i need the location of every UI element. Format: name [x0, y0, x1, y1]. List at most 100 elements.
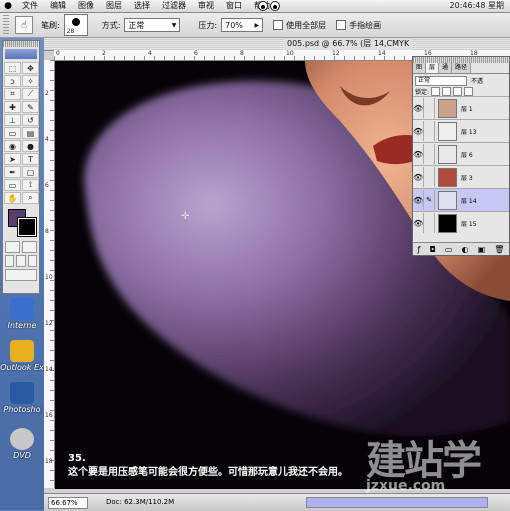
dodge-tool-icon[interactable]: ●	[22, 140, 39, 152]
visibility-eye-icon[interactable]: 👁	[413, 219, 423, 228]
lock-all-checkbox[interactable]	[464, 87, 474, 96]
desktop-icon-internet[interactable]: Interne	[0, 298, 44, 330]
tool-grid: ⬚ ✥ ↄ ✧ ⌗ ⟋ ✚ ✎ ⊥ ↺ ▭ ▤ ◉ ● ➤ T ✒ ▢ ▭ ⟟ …	[3, 61, 39, 205]
layer-thumbnail	[438, 121, 457, 141]
stamp-tool-icon[interactable]: ⊥	[4, 114, 21, 126]
visibility-eye-icon[interactable]: 👁	[413, 104, 423, 113]
screen-mode-full-menu[interactable]	[16, 255, 26, 267]
mode-select[interactable]: 正常 ▼	[124, 18, 181, 32]
layer-row[interactable]: 👁 层 13	[413, 119, 509, 142]
menu-window[interactable]: 窗口	[220, 0, 248, 12]
brush-picker[interactable]: 28	[63, 14, 88, 36]
layer-row[interactable]: 👁 层 3	[413, 165, 509, 188]
blend-mode-select[interactable]: 正常	[415, 75, 467, 86]
brush-size: 28	[66, 28, 75, 35]
layer-link-slot[interactable]	[423, 121, 435, 141]
finger-paint-checkbox[interactable]	[336, 20, 347, 30]
eraser-tool-icon[interactable]: ▭	[4, 127, 21, 139]
desktop-icon-outlook[interactable]: Outlook Ex	[0, 340, 44, 372]
layers-footer: ƒ ◘ ▭ ◐ ▣ 🗑	[413, 242, 509, 255]
pressure-input[interactable]: 70% ▶	[221, 18, 264, 32]
lasso-tool-icon[interactable]: ↄ	[4, 75, 21, 87]
marquee-tool-icon[interactable]: ⬚	[4, 62, 21, 74]
tab-navigator[interactable]: 图	[413, 63, 427, 73]
use-all-layers-checkbox[interactable]	[273, 20, 284, 30]
hand-tool-icon[interactable]: ✋	[4, 192, 21, 204]
desktop-icon-dvd[interactable]: DVD	[0, 428, 44, 460]
standard-mode-button[interactable]	[5, 241, 20, 253]
tab-paths[interactable]: 路径	[452, 63, 472, 73]
visibility-eye-icon[interactable]: 👁	[413, 127, 423, 136]
trash-icon[interactable]: 🗑	[494, 245, 504, 254]
doc-size[interactable]: Doc: 62.3M/110.2M	[106, 497, 174, 507]
layer-link-slot[interactable]	[423, 213, 435, 233]
layer-style-icon[interactable]: ƒ	[418, 245, 421, 254]
brush-tool-icon[interactable]: ✎	[22, 101, 39, 113]
palette-tabs: 图 层 通 路径	[413, 63, 509, 74]
ruler-number: 18	[45, 458, 53, 465]
options-grip[interactable]	[3, 15, 9, 35]
menu-select[interactable]: 选择	[128, 0, 156, 12]
screen-mode-full[interactable]	[27, 255, 37, 267]
blur-tool-icon[interactable]: ◉	[4, 140, 21, 152]
zoom-field[interactable]: 66.67%	[48, 497, 88, 509]
tab-layers[interactable]: 层	[426, 63, 440, 73]
visibility-eye-icon[interactable]: 👁	[413, 196, 423, 205]
menu-layer[interactable]: 图层	[100, 0, 128, 12]
lock-transparency-checkbox[interactable]	[431, 87, 441, 96]
photoshop-logo[interactable]	[5, 49, 37, 59]
lock-image-checkbox[interactable]	[442, 87, 452, 96]
healing-tool-icon[interactable]: ✚	[4, 101, 21, 113]
move-tool-icon[interactable]: ✥	[22, 62, 39, 74]
gradient-tool-icon[interactable]: ▤	[22, 127, 39, 139]
jump-to-imageready-button[interactable]	[5, 269, 37, 281]
brush-label: 笔刷:	[41, 20, 60, 30]
layer-row[interactable]: 👁 层 15	[413, 211, 509, 234]
history-brush-icon[interactable]: ↺	[22, 114, 39, 126]
path-select-icon[interactable]: ➤	[4, 153, 21, 165]
menu-file[interactable]: 文件	[16, 0, 44, 12]
layer-thumbnail	[438, 190, 457, 210]
menu-view[interactable]: 审视	[192, 0, 220, 12]
new-set-icon[interactable]: ▭	[445, 245, 453, 254]
smudge-tool-icon[interactable]: ☝	[15, 16, 33, 34]
mode-label: 方式:	[101, 20, 121, 30]
layer-row-active[interactable]: 👁 ✎ 层 14	[413, 188, 509, 211]
menu-image[interactable]: 图像	[72, 0, 100, 12]
layer-link-slot[interactable]	[423, 144, 435, 164]
layer-row[interactable]: 👁 层 6	[413, 142, 509, 165]
layer-link-slot[interactable]	[423, 98, 435, 118]
layer-row[interactable]: 👁 层 1	[413, 96, 509, 119]
quickmask-mode-button[interactable]	[22, 241, 37, 253]
screen-mode-standard[interactable]	[5, 255, 15, 267]
apple-menu-icon[interactable]: ●	[0, 1, 16, 11]
new-layer-icon[interactable]: ▣	[478, 245, 486, 254]
notes-tool-icon[interactable]: ▭	[4, 179, 21, 191]
shape-tool-icon[interactable]: ▢	[22, 166, 39, 178]
eyedropper-tool-icon[interactable]: ⟟	[22, 179, 39, 191]
use-all-layers-label: 使用全部层	[286, 20, 327, 30]
tab-channels[interactable]: 通	[439, 63, 453, 73]
background-color-swatch[interactable]	[17, 217, 37, 237]
toolbox-titlebar[interactable]	[3, 41, 39, 47]
desktop-icon-label: Interne	[7, 321, 37, 330]
layer-link-slot[interactable]	[423, 167, 435, 187]
adjustment-layer-icon[interactable]: ◐	[462, 245, 469, 254]
internet-icon	[10, 298, 34, 320]
layer-mask-icon[interactable]: ◘	[429, 245, 435, 254]
ruler-number: 12	[332, 50, 340, 57]
magic-wand-tool-icon[interactable]: ✧	[22, 75, 39, 87]
desktop-icon-photoshop[interactable]: Photosho	[0, 382, 44, 414]
type-tool-icon[interactable]: T	[22, 153, 39, 165]
zoom-tool-icon[interactable]: ⌕	[22, 192, 39, 204]
pen-tool-icon[interactable]: ✒	[4, 166, 21, 178]
slice-tool-icon[interactable]: ⟋	[22, 88, 39, 100]
lock-position-checkbox[interactable]	[453, 87, 463, 96]
menu-edit[interactable]: 编辑	[44, 0, 72, 12]
crop-tool-icon[interactable]: ⌗	[4, 88, 21, 100]
ruler-left[interactable]: 2 4 6 8 10 12 14 16 18	[44, 60, 55, 488]
active-brush-icon[interactable]: ✎	[423, 190, 435, 210]
visibility-eye-icon[interactable]: 👁	[413, 173, 423, 182]
menu-filter[interactable]: 过滤器	[156, 0, 192, 12]
visibility-eye-icon[interactable]: 👁	[413, 150, 423, 159]
